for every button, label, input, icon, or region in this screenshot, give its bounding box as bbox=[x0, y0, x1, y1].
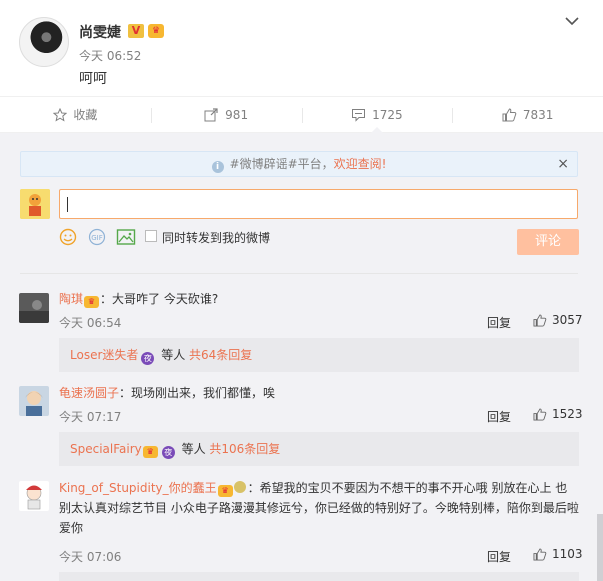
fan-crown-icon: ♛ bbox=[217, 485, 233, 497]
thumbs-up-icon bbox=[533, 407, 547, 421]
notice-text: #微博辟谣#平台， bbox=[229, 157, 334, 171]
night-badge-icon: 夜 bbox=[141, 352, 155, 365]
avatar-photo-icon bbox=[19, 386, 49, 416]
avatar-cartoon-icon bbox=[19, 481, 49, 511]
text-caret bbox=[67, 197, 68, 212]
close-icon[interactable]: × bbox=[557, 152, 569, 176]
fan-crown-icon: ♛ bbox=[142, 446, 158, 458]
reply-button[interactable]: 回复 bbox=[487, 314, 511, 331]
sub-replies-summary: Loser迷失者夜 等人 共64条回复 bbox=[59, 338, 579, 372]
like-count: 7831 bbox=[522, 107, 554, 122]
rumor-notice-banner: i #微博辟谣#平台，欢迎查阅! × bbox=[20, 151, 578, 177]
weibo-post-card: 尚雯婕 V ♛ 今天 06:52 呵呵 收藏 981 1725 7831 i #… bbox=[0, 0, 603, 581]
comment-username[interactable]: 龟速汤圆子 bbox=[59, 386, 119, 400]
thumbs-up-icon bbox=[533, 547, 547, 561]
comment-text: ：现场刚出来，我们都懂，唉 bbox=[119, 386, 276, 400]
night-badge-icon: 夜 bbox=[161, 446, 175, 459]
sub-replies-summary bbox=[59, 572, 579, 581]
sync-repost-label: 同时转发到我的微博 bbox=[162, 231, 271, 245]
scrollbar[interactable] bbox=[597, 514, 603, 581]
author-name[interactable]: 尚雯婕 bbox=[79, 22, 121, 42]
commenter-avatar[interactable] bbox=[19, 386, 49, 416]
comment-like-button[interactable]: 1523 bbox=[533, 407, 583, 421]
action-bar: 收藏 981 1725 7831 bbox=[0, 96, 603, 133]
comment-username[interactable]: 陶琪 bbox=[59, 292, 83, 306]
comment-button[interactable]: 1725 bbox=[301, 97, 453, 133]
reply-button[interactable]: 回复 bbox=[487, 548, 511, 565]
comment-like-count: 1103 bbox=[552, 547, 583, 561]
favorite-label: 收藏 bbox=[73, 108, 98, 122]
verified-badge-icon: V bbox=[128, 24, 144, 38]
comment-line: 龟速汤圆子：现场刚出来，我们都懂，唉 bbox=[59, 383, 579, 403]
repost-count: 981 bbox=[225, 107, 249, 122]
comment-line: 陶琪 ♛ ：大哥咋了 今天砍谁? bbox=[59, 289, 579, 309]
sub-reply-username[interactable]: Loser迷失者 bbox=[70, 348, 138, 362]
sub-reply-mid: 等人 bbox=[157, 348, 190, 362]
thumbs-up-icon bbox=[533, 313, 547, 327]
emoji-icon[interactable] bbox=[58, 228, 78, 246]
comment-time: 今天 07:06 bbox=[59, 550, 122, 564]
comment-count: 1725 bbox=[372, 107, 403, 122]
sync-repost-checkbox[interactable] bbox=[145, 230, 157, 242]
sub-replies-summary: SpecialFairy ♛ 夜 等人 共106条回复 bbox=[59, 432, 579, 466]
fan-crown-icon: ♛ bbox=[84, 296, 100, 308]
comment-like-count: 1523 bbox=[552, 407, 583, 421]
more-replies-link[interactable]: 共106条回复 bbox=[209, 442, 280, 456]
notice-link[interactable]: 欢迎查阅! bbox=[334, 157, 387, 171]
commenter-avatar[interactable] bbox=[19, 293, 49, 323]
gif-icon[interactable]: GIF bbox=[87, 228, 107, 246]
avatar-photo-icon bbox=[19, 293, 49, 323]
comment-username[interactable]: King_of_Stupidity_你的蠢王 bbox=[59, 481, 217, 495]
more-replies-link[interactable]: 共64条回复 bbox=[189, 348, 252, 362]
divider bbox=[20, 273, 578, 274]
commenter-avatar[interactable] bbox=[19, 481, 49, 511]
comment-line: King_of_Stupidity_你的蠢王 ♛ ：希望我的宝贝不要因为不想干的事不… bbox=[59, 478, 579, 538]
favorite-button[interactable]: 收藏 bbox=[0, 97, 151, 132]
thumbs-up-icon bbox=[502, 107, 517, 121]
fan-crown-icon: ♛ bbox=[148, 24, 164, 38]
like-button[interactable]: 7831 bbox=[452, 97, 603, 132]
comment-like-button[interactable]: 1103 bbox=[533, 547, 583, 561]
star-icon bbox=[53, 107, 68, 122]
share-icon bbox=[204, 107, 218, 121]
comment-time: 今天 06:54 bbox=[59, 316, 122, 330]
post-text: 呵呵 bbox=[79, 71, 107, 87]
info-icon: i bbox=[211, 161, 224, 173]
post-header: 尚雯婕 V ♛ 今天 06:52 呵呵 bbox=[0, 0, 603, 96]
svg-text:GIF: GIF bbox=[91, 234, 103, 242]
comment-icon bbox=[352, 108, 366, 122]
comment-time: 今天 07:17 bbox=[59, 410, 122, 424]
comment-text: ：大哥咋了 今天砍谁? bbox=[100, 292, 219, 306]
comment-like-button[interactable]: 3057 bbox=[533, 313, 583, 327]
author-avatar[interactable] bbox=[19, 17, 69, 67]
submit-comment-button[interactable]: 评论 bbox=[517, 229, 579, 255]
chevron-down-icon[interactable] bbox=[563, 15, 581, 29]
repost-button[interactable]: 981 bbox=[150, 97, 302, 132]
sub-reply-mid: 等人 bbox=[177, 442, 210, 456]
current-user-avatar[interactable] bbox=[20, 189, 50, 219]
comment-input[interactable] bbox=[59, 189, 578, 219]
reply-button[interactable]: 回复 bbox=[487, 408, 511, 425]
comment-like-count: 3057 bbox=[552, 313, 583, 327]
post-time[interactable]: 今天 06:52 bbox=[79, 47, 141, 64]
sub-reply-username[interactable]: SpecialFairy bbox=[70, 442, 142, 456]
medal-icon bbox=[233, 481, 246, 493]
mascot-avatar-icon bbox=[20, 189, 50, 219]
image-icon[interactable] bbox=[116, 228, 136, 246]
